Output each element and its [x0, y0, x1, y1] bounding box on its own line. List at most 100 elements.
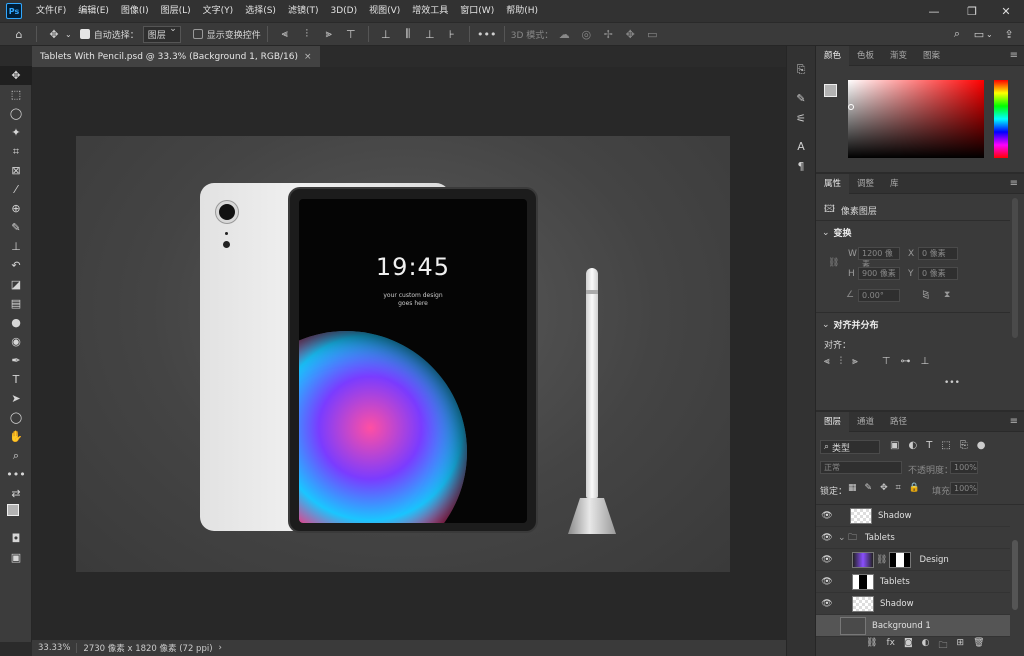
- width-field[interactable]: 1200 像素: [858, 247, 900, 269]
- adjustments-icon[interactable]: ⚟: [787, 108, 815, 128]
- document-canvas[interactable]: 19:45 your custom design goes here: [76, 136, 730, 572]
- menu-type[interactable]: 文字(Y): [197, 0, 240, 22]
- shape-tool-icon[interactable]: ◯: [0, 408, 32, 427]
- lock-position-icon[interactable]: ✥: [880, 483, 888, 493]
- menu-help[interactable]: 帮助(H): [500, 0, 544, 22]
- chevron-down-icon[interactable]: ⌄: [986, 30, 993, 39]
- zoom-level[interactable]: 33.33%: [32, 643, 78, 653]
- zoom-tool-icon[interactable]: ⌕: [0, 446, 32, 465]
- menu-filter[interactable]: 滤镜(T): [282, 0, 325, 22]
- show-transform-checkbox[interactable]: [192, 29, 203, 39]
- color-picker-handle[interactable]: [848, 104, 854, 110]
- layer-row-shadow[interactable]: 👁 Shadow: [816, 593, 1010, 615]
- layer-row-tablets[interactable]: 👁 Tablets: [816, 571, 1010, 593]
- more-align-options-icon[interactable]: •••: [944, 378, 960, 388]
- marquee-tool-icon[interactable]: ⬚: [0, 85, 32, 104]
- color-picker-field[interactable]: [848, 80, 984, 158]
- menu-plugins[interactable]: 增效工具: [406, 0, 454, 22]
- layer-row-shadow-top[interactable]: 👁 Shadow: [816, 505, 1010, 527]
- hue-slider[interactable]: [994, 80, 1008, 158]
- align-section-header[interactable]: ⌄ 对齐并分布: [822, 318, 879, 332]
- panel-menu-icon[interactable]: ≡: [1010, 416, 1018, 427]
- foreground-color-swatch[interactable]: [7, 504, 19, 516]
- close-tab-icon[interactable]: ×: [304, 52, 312, 62]
- magic-wand-tool-icon[interactable]: ✦: [0, 123, 32, 142]
- brush-tool-icon[interactable]: ✎: [0, 218, 32, 237]
- eye-icon[interactable]: 👁: [816, 555, 838, 565]
- lock-all-icon[interactable]: 🔒: [909, 483, 920, 493]
- filter-pixel-icon[interactable]: ▣: [890, 440, 899, 451]
- swap-colors-icon[interactable]: ⇄: [0, 484, 32, 503]
- lasso-tool-icon[interactable]: ◯: [0, 104, 32, 123]
- layer-mask-thumbnail[interactable]: [889, 551, 912, 568]
- home-icon[interactable]: ⌂: [10, 25, 28, 43]
- eyedropper-tool-icon[interactable]: ⁄: [0, 180, 32, 199]
- filter-adjustment-icon[interactable]: ◐: [908, 440, 917, 451]
- menu-file[interactable]: 文件(F): [30, 0, 72, 22]
- distribute-1-icon[interactable]: ⊥: [377, 25, 395, 43]
- eraser-tool-icon[interactable]: ◪: [0, 275, 32, 294]
- opacity-field[interactable]: 100%: [950, 461, 978, 474]
- layer-style-icon[interactable]: fx: [886, 638, 895, 654]
- eye-icon[interactable]: 👁: [816, 511, 838, 521]
- auto-select-checkbox[interactable]: [79, 29, 90, 39]
- 3d-pan-icon[interactable]: ✢: [599, 25, 617, 43]
- blur-tool-icon[interactable]: ●: [0, 313, 32, 332]
- tab-channels[interactable]: 通道: [849, 412, 882, 432]
- screen-mode-icon[interactable]: ▣: [0, 548, 32, 567]
- stamp-tool-icon[interactable]: ⊥: [0, 237, 32, 256]
- color-swatches[interactable]: [0, 503, 32, 525]
- tab-paths[interactable]: 路径: [882, 412, 915, 432]
- photoshop-logo-icon[interactable]: Ps: [6, 3, 22, 19]
- height-field[interactable]: 900 像素: [858, 267, 900, 280]
- adjustment-layer-icon[interactable]: ◐: [922, 638, 930, 654]
- quick-mask-icon[interactable]: ◘: [0, 529, 32, 548]
- align-top-icon[interactable]: ⊤: [342, 25, 360, 43]
- 3d-scale-icon[interactable]: ▭: [643, 25, 661, 43]
- menu-edit[interactable]: 编辑(E): [72, 0, 115, 22]
- tab-adjustments[interactable]: 调整: [849, 174, 882, 194]
- tab-patterns[interactable]: 图案: [915, 46, 948, 66]
- tab-properties[interactable]: 属性: [816, 173, 850, 194]
- dodge-tool-icon[interactable]: ◉: [0, 332, 32, 351]
- align-top-icon[interactable]: ⊤: [882, 356, 891, 367]
- character-panel-icon[interactable]: A: [787, 136, 815, 156]
- y-field[interactable]: 0 像素: [918, 267, 958, 280]
- minimize-button[interactable]: —: [916, 0, 952, 22]
- tab-color[interactable]: 颜色: [816, 45, 850, 66]
- flip-vertical-icon[interactable]: ⧗: [944, 290, 950, 300]
- tab-libraries[interactable]: 库: [882, 174, 907, 194]
- status-arrow-icon[interactable]: ›: [219, 643, 222, 653]
- filter-toggle-icon[interactable]: ●: [977, 440, 986, 451]
- menu-image[interactable]: 图像(I): [115, 0, 155, 22]
- gradient-tool-icon[interactable]: ▤: [0, 294, 32, 313]
- 3d-slide-icon[interactable]: ✥: [621, 25, 639, 43]
- menu-window[interactable]: 窗口(W): [454, 0, 500, 22]
- type-tool-icon[interactable]: T: [0, 370, 32, 389]
- distribute-2-icon[interactable]: ⫼: [399, 25, 417, 43]
- eye-icon[interactable]: 👁: [816, 599, 838, 609]
- history-brush-tool-icon[interactable]: ↶: [0, 256, 32, 275]
- chevron-down-icon[interactable]: ⌄: [65, 30, 72, 39]
- link-layers-icon[interactable]: ⛓: [866, 638, 877, 654]
- panel-menu-icon[interactable]: ≡: [1010, 50, 1018, 61]
- eye-icon[interactable]: 👁: [816, 533, 838, 543]
- frame-tool-icon[interactable]: ⊠: [0, 161, 32, 180]
- transform-section-header[interactable]: ⌄ 变换: [822, 226, 852, 240]
- add-mask-icon[interactable]: ◙: [904, 638, 913, 654]
- close-window-button[interactable]: ✕: [988, 0, 1024, 22]
- menu-view[interactable]: 视图(V): [363, 0, 406, 22]
- history-panel-icon[interactable]: ⎘: [787, 60, 815, 80]
- menu-3d[interactable]: 3D(D): [324, 0, 363, 22]
- auto-select-dropdown[interactable]: 图层: [142, 24, 181, 43]
- hand-tool-icon[interactable]: ✋: [0, 427, 32, 446]
- layer-row-tablets-group[interactable]: 👁 ⌄ 🗀 Tablets: [816, 527, 1010, 549]
- delete-layer-icon[interactable]: 🗑: [973, 638, 984, 654]
- align-right-icon[interactable]: ⫸: [852, 356, 858, 367]
- paragraph-panel-icon[interactable]: ¶: [787, 156, 815, 176]
- layer-row-design[interactable]: 👁 ⛓ Design: [816, 549, 1010, 571]
- fill-field[interactable]: 100%: [950, 482, 978, 495]
- new-group-icon[interactable]: 🗀: [939, 638, 948, 654]
- share-icon[interactable]: ⇪: [1000, 25, 1018, 43]
- foreground-color-swatch[interactable]: [824, 84, 837, 97]
